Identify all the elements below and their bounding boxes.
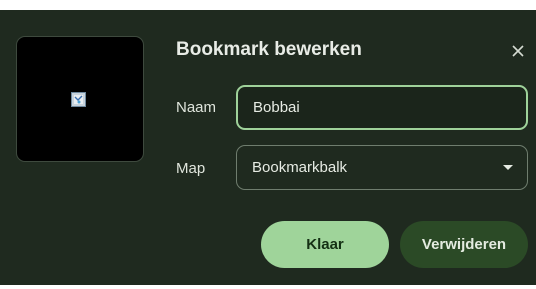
name-field[interactable] [236,85,528,130]
remove-button[interactable]: Verwijderen [400,221,528,268]
close-icon [512,45,524,57]
dialog-title: Bookmark bewerken [176,39,362,60]
folder-select[interactable]: Bookmarkbalk [236,145,528,190]
edit-bookmark-dialog: Bookmark bewerken Naam Map Bookmarkbalk … [0,10,536,285]
name-label: Naam [176,99,217,116]
name-input[interactable] [253,99,526,116]
folder-select-value: Bookmarkbalk [252,159,348,176]
close-button[interactable] [508,41,528,61]
bookmark-favicon-icon [71,92,86,107]
chevron-down-icon [503,165,513,170]
folder-label: Map [176,160,206,177]
bookmark-preview [16,36,144,162]
done-button[interactable]: Klaar [261,221,389,268]
